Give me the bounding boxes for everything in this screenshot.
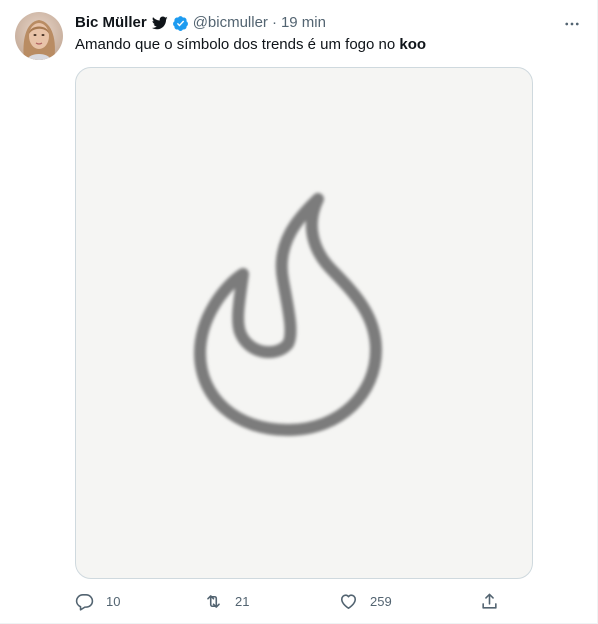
twitter-bird-icon [151, 15, 168, 31]
reply-icon [75, 592, 94, 611]
timestamp[interactable]: 19 min [281, 13, 326, 33]
like-count: 259 [370, 593, 392, 609]
user-handle[interactable]: @bicmuller [193, 13, 268, 33]
tweet[interactable]: Bic Müller @bicmuller · 19 min Amando qu… [0, 0, 598, 624]
flame-icon [194, 193, 382, 436]
tweet-image[interactable] [75, 67, 533, 579]
tweet-text-bold: koo [399, 36, 427, 53]
more-options-button[interactable] [560, 12, 584, 36]
reply-count: 10 [106, 593, 121, 609]
header-separator: · [271, 14, 277, 31]
heart-icon [339, 592, 358, 611]
avatar[interactable] [15, 12, 63, 60]
tweet-header: Bic Müller @bicmuller · 19 min [75, 13, 326, 33]
more-dots-icon [565, 22, 579, 26]
retweet-count: 21 [235, 593, 250, 609]
reply-button[interactable]: 10 [75, 590, 120, 612]
tweet-text-body: Amando que o símbolo dos trends é um fog… [75, 36, 400, 53]
share-icon [480, 592, 499, 611]
verified-badge-icon [172, 15, 189, 32]
retweet-button[interactable]: 21 [204, 590, 249, 612]
retweet-icon [204, 592, 223, 611]
like-button[interactable]: 259 [339, 590, 392, 612]
tweet-actions: 10 21 259 [0, 590, 598, 612]
share-button[interactable] [480, 590, 499, 612]
display-name[interactable]: Bic Müller [75, 13, 147, 33]
tweet-text: Amando que o símbolo dos trends é um fog… [75, 35, 575, 55]
